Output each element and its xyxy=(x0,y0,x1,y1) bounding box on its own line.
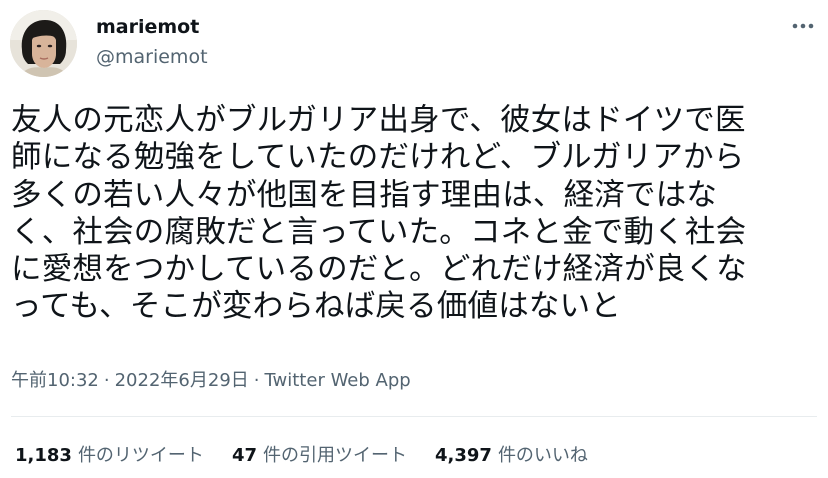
retweets-count: 1,183 xyxy=(15,445,72,466)
divider xyxy=(11,416,817,417)
more-horizontal-icon xyxy=(792,23,814,29)
retweets-stat[interactable]: 1,183 件のリツイート xyxy=(15,444,204,468)
tweet-timestamp-date[interactable]: 2022年6月29日 xyxy=(115,370,249,391)
retweets-label: 件のリツイート xyxy=(77,445,204,466)
tweet-text-line: く、社会の腐敗だと言っていた。コネと金で動く社会 xyxy=(11,214,747,250)
tweet-metadata: 午前10:32 · 2022年6月29日 · Twitter Web App xyxy=(11,369,411,393)
meta-separator: · xyxy=(253,370,260,391)
quote-tweets-count: 47 xyxy=(231,445,257,466)
avatar[interactable] xyxy=(10,10,77,77)
tweet-source-link[interactable]: Twitter Web App xyxy=(265,370,411,391)
meta-separator: · xyxy=(103,370,110,391)
quote-tweets-label: 件の引用ツイート xyxy=(263,445,407,466)
tweet-text-line: っても、そこが変わらねば戻る価値はないと xyxy=(11,289,622,325)
likes-count: 4,397 xyxy=(435,445,492,466)
profile-photo-icon xyxy=(10,10,77,77)
author-handle[interactable]: @mariemot xyxy=(96,45,208,69)
likes-label: 件のいいね xyxy=(497,445,588,466)
more-options-button[interactable] xyxy=(786,14,820,38)
tweet-text-line: に愛想をつかしているのだと。どれだけ経済が良くな xyxy=(11,252,747,288)
tweet-text: 友人の元恋人がブルガリア出身で、彼女はドイツで医 師になる勉強をしていたのだけれ… xyxy=(11,102,816,326)
quote-tweets-stat[interactable]: 47 件の引用ツイート xyxy=(232,444,407,468)
likes-stat[interactable]: 4,397 件のいいね xyxy=(435,444,588,468)
tweet-text-line: 友人の元恋人がブルガリア出身で、彼女はドイツで医 xyxy=(11,103,746,138)
tweet-detail: mariemot @mariemot 友人の元恋人がブルガリア出身で、彼女はドイ… xyxy=(0,0,828,478)
tweet-text-line: 師になる勉強をしていたのだけれど、ブルガリアから xyxy=(11,140,745,176)
engagement-stats: 1,183 件のリツイート 47 件の引用ツイート 4,397 件のいいね xyxy=(15,444,588,468)
tweet-timestamp-time[interactable]: 午前10:32 xyxy=(11,370,99,391)
author-display-name[interactable]: mariemot xyxy=(96,15,199,39)
tweet-text-line: 多くの若い人々が他国を目指す理由は、経済ではな xyxy=(11,177,718,213)
